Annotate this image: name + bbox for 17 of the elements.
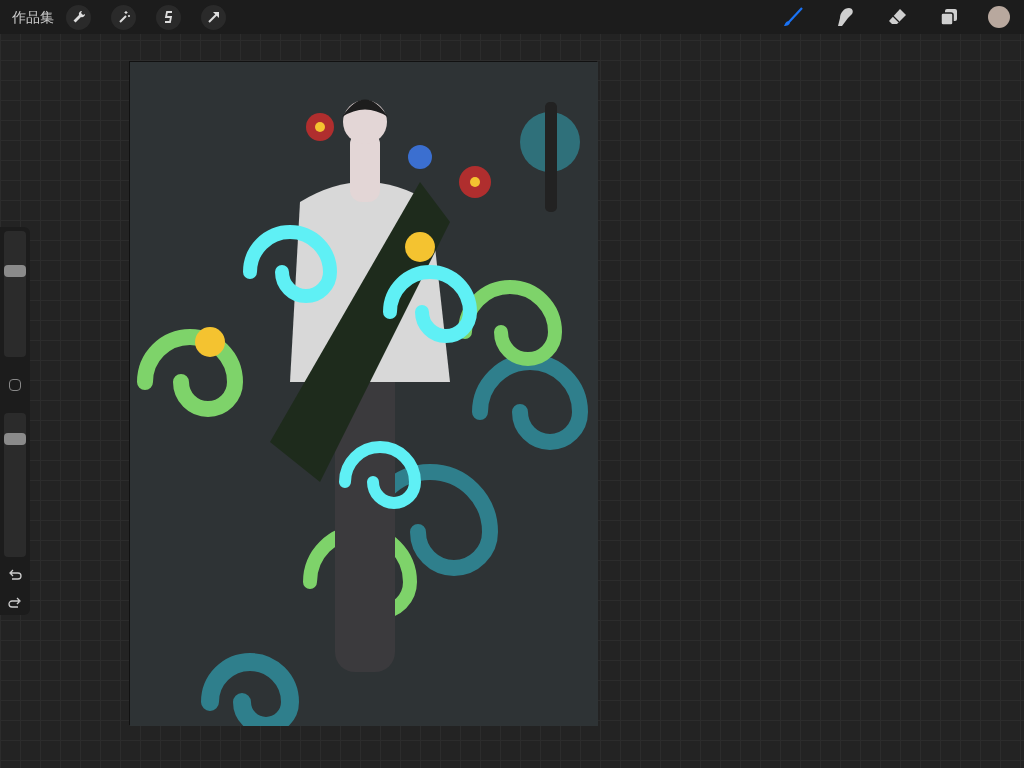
selection-button[interactable] bbox=[156, 4, 181, 30]
arrow-icon bbox=[206, 10, 221, 24]
wrench-icon bbox=[71, 10, 86, 24]
color-swatch[interactable] bbox=[988, 6, 1010, 28]
undo-icon[interactable] bbox=[8, 569, 22, 581]
wand-button[interactable] bbox=[111, 4, 136, 30]
slider-thumb[interactable] bbox=[4, 432, 26, 445]
brush-size-slider[interactable] bbox=[4, 231, 26, 357]
slider-thumb[interactable] bbox=[4, 265, 26, 278]
redo-icon[interactable] bbox=[8, 597, 22, 609]
layers-icon bbox=[939, 7, 959, 27]
opacity-slider[interactable] bbox=[4, 413, 26, 557]
arrow-button[interactable] bbox=[201, 4, 226, 30]
gallery-button[interactable]: 作品集 bbox=[12, 6, 54, 28]
wrench-button[interactable] bbox=[66, 4, 91, 30]
brush-icon bbox=[782, 6, 804, 28]
modify-button[interactable] bbox=[9, 379, 21, 391]
